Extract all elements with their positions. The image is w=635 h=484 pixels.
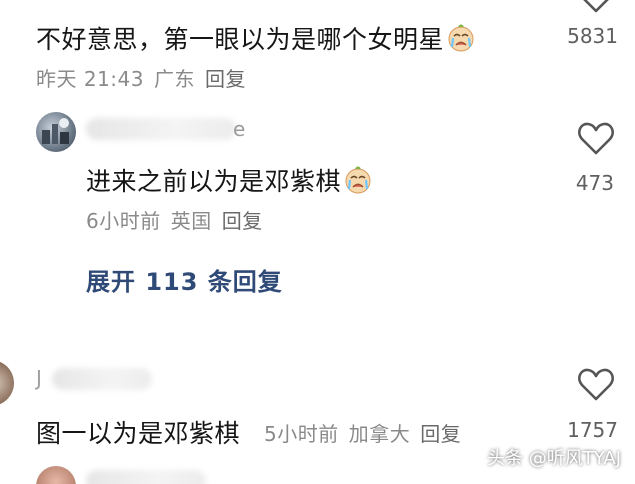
username-blurred <box>86 470 206 484</box>
username-blurred <box>52 368 152 390</box>
reply-button[interactable]: 回复 <box>205 67 246 91</box>
like-count: 473 <box>575 171 614 195</box>
comment-text: 图一以为是邓紫棋 <box>36 419 241 448</box>
avatar[interactable] <box>36 112 76 152</box>
like-count: 5831 <box>567 24 618 48</box>
crying-face-icon <box>446 23 476 53</box>
like-count: 1757 <box>567 418 618 442</box>
like-heart-icon[interactable] <box>577 120 615 156</box>
like-heart-icon[interactable] <box>577 366 615 402</box>
like-heart-icon[interactable] <box>577 0 615 14</box>
comment-text: 不好意思，第一眼以为是哪个女明星 <box>36 20 476 56</box>
comment-time: 昨天 21:43 <box>36 67 144 91</box>
username-blurred <box>86 118 236 140</box>
reply-time: 6小时前 <box>86 209 161 233</box>
reply-button[interactable]: 回复 <box>420 422 461 446</box>
reply-button[interactable]: 回复 <box>222 209 263 233</box>
watermark: 头条 @听风TYAJ <box>487 448 621 469</box>
reply-meta: 6小时前 英国 回复 <box>86 205 273 234</box>
comment-time: 5小时前 <box>264 422 339 446</box>
comment-meta: 昨天 21:43 广东 回复 <box>36 63 256 92</box>
comment-meta: 5小时前 加拿大 回复 <box>264 418 471 447</box>
reply-location: 英国 <box>170 209 212 233</box>
comment-text-content: 不好意思，第一眼以为是哪个女明星 <box>36 25 445 54</box>
reply-text: 进来之前以为是邓紫棋 <box>86 162 373 198</box>
username-tail: e <box>233 117 246 141</box>
expand-replies-button[interactable]: 展开 113 条回复 <box>86 262 283 297</box>
crying-face-icon <box>343 165 373 195</box>
comment-location: 广东 <box>154 67 195 91</box>
avatar[interactable] <box>36 466 76 484</box>
avatar[interactable] <box>0 360 14 406</box>
username-initial: J <box>36 366 42 390</box>
reply-text-content: 进来之前以为是邓紫棋 <box>86 167 342 196</box>
comment-location: 加拿大 <box>348 422 411 446</box>
